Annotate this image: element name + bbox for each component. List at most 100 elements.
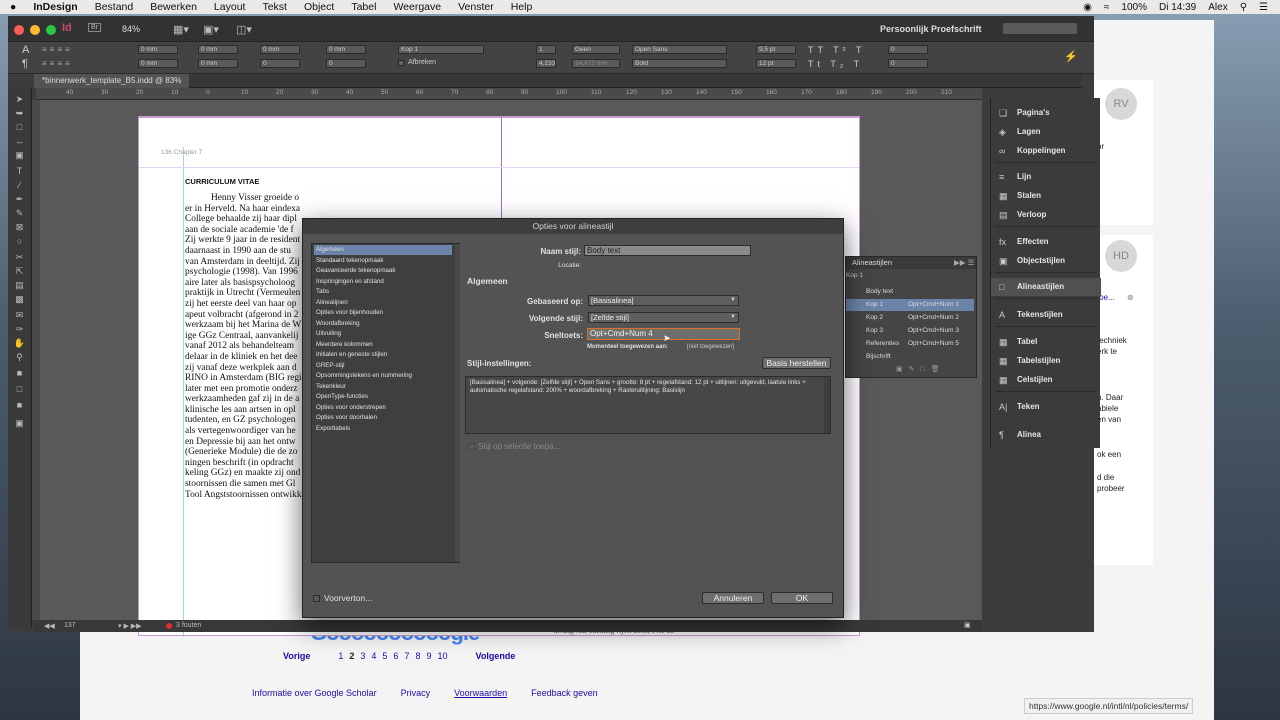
dock-item-links[interactable]: ∞ Koppelingen xyxy=(991,142,1101,160)
dock-item-pages[interactable]: ❏ Pagina's xyxy=(991,104,1101,122)
hand-tool-icon[interactable]: ✋ xyxy=(13,338,26,348)
dock-item-layers[interactable]: ◈ Lagen xyxy=(991,123,1101,141)
dock-item-stroke[interactable]: ≡ Lijn xyxy=(991,168,1101,186)
last-line-indent-field[interactable]: 0 mm xyxy=(198,59,238,68)
category-item[interactable]: Algemeen xyxy=(314,245,452,255)
category-item[interactable]: Opties voor bijenhouden xyxy=(314,308,452,318)
menu-tabel[interactable]: Tabel xyxy=(351,1,376,13)
category-item[interactable]: OpenType-functies xyxy=(314,392,452,402)
paragraph-style-dropdown[interactable]: Kop 1 xyxy=(398,45,484,54)
next-link[interactable]: Volgende xyxy=(476,651,516,661)
category-item[interactable]: Meerdere kolommen xyxy=(314,340,452,350)
scissors-tool-icon[interactable]: ✂ xyxy=(13,252,26,262)
menu-help[interactable]: Help xyxy=(511,1,533,13)
panel-title[interactable]: Alineastijlen xyxy=(852,258,892,267)
dock-item-paragraph[interactable]: ¶ Alinea xyxy=(991,426,1101,444)
page-link[interactable]: 8 xyxy=(415,651,420,661)
screen-mode-tool-icon[interactable]: ▣ xyxy=(13,418,26,428)
type-tool-icon[interactable]: T xyxy=(13,166,26,176)
document-tab[interactable]: *binnenwerk_template_B5.indd @ 83% xyxy=(34,74,190,88)
space-before-field[interactable]: 0 mm xyxy=(260,45,300,54)
search-field[interactable] xyxy=(1003,23,1077,34)
arrange-documents-icon[interactable]: ◫▾ xyxy=(236,23,252,36)
space-after-field[interactable]: 0 mm xyxy=(326,45,366,54)
gutter-field[interactable]: 4,233 xyxy=(536,59,556,68)
apply-style-checkbox[interactable] xyxy=(468,443,475,450)
ellipse-tool-icon[interactable]: ○ xyxy=(13,236,26,246)
gap-tool-icon[interactable]: ↔ xyxy=(13,136,26,146)
font-family-dropdown[interactable]: Open Sans xyxy=(632,45,727,54)
style-name-input[interactable]: Body text xyxy=(584,245,751,256)
alignment-buttons-2[interactable]: ≡≡≡≡ xyxy=(42,59,73,68)
apply-color-icon[interactable]: ■ xyxy=(13,400,26,410)
body-text-frame[interactable]: Henny Visser groeide o er in Herveld. Na… xyxy=(185,193,305,500)
content-collector-icon[interactable]: ▣ xyxy=(13,150,26,160)
hyphenate-checkbox[interactable] xyxy=(398,60,404,66)
dock-item-character[interactable]: A| Teken xyxy=(991,398,1101,416)
category-item[interactable]: Opties voor onderstrepen xyxy=(314,403,452,413)
footer-link-feedback[interactable]: Feedback geven xyxy=(531,688,598,698)
close-icon[interactable]: ⊗ xyxy=(1127,293,1134,302)
footer-link-about[interactable]: Informatie over Google Scholar xyxy=(252,688,377,698)
panel-toggle-icon[interactable]: ▣ xyxy=(964,621,971,629)
fill-stroke-icon[interactable]: ■ xyxy=(13,368,26,378)
menu-object[interactable]: Object xyxy=(304,1,334,13)
category-item[interactable]: Opsommingstekens en nummering xyxy=(314,371,452,381)
panel-header[interactable]: Alineastijlen ▶▶ ☰ xyxy=(846,257,976,269)
user-name[interactable]: Alex xyxy=(1208,2,1227,13)
dock-item-swatches[interactable]: ▦ Stalen xyxy=(991,187,1101,205)
footer-link-terms[interactable]: Voorwaarden xyxy=(454,688,507,698)
pen-tool-icon[interactable]: ✒ xyxy=(13,194,26,204)
description-scrollbar[interactable] xyxy=(824,377,830,433)
columns-field[interactable]: 1 xyxy=(536,45,556,54)
kerning-field[interactable]: 0 xyxy=(888,45,928,54)
page-link[interactable]: 9 xyxy=(426,651,431,661)
menu-venster[interactable]: Venster xyxy=(458,1,494,13)
style-row[interactable]: Referenties Opt+Cmd+Num 5 xyxy=(846,338,974,350)
app-menu[interactable]: InDesign xyxy=(33,1,77,13)
dock-item-effects[interactable]: fx Effecten xyxy=(991,233,1101,251)
zoom-window-icon[interactable] xyxy=(46,25,56,35)
dock-item-character-styles[interactable]: A Tekenstijlen xyxy=(991,306,1101,324)
screen-mode-icon[interactable]: ▣▾ xyxy=(203,23,219,36)
font-style-dropdown[interactable]: Bold xyxy=(632,59,727,68)
category-item[interactable]: Tabs xyxy=(314,287,452,297)
style-row-selected[interactable]: Kop 1 Opt+Cmd+Num 1 xyxy=(846,299,974,311)
footer-link-privacy[interactable]: Privacy xyxy=(401,688,431,698)
style-row[interactable]: Body text xyxy=(846,286,974,298)
page-link[interactable]: 1 xyxy=(338,651,343,661)
prev-link[interactable]: Vorige xyxy=(283,651,310,661)
span-width-field[interactable]: 14,872 mm xyxy=(572,59,620,68)
gradient-tool-icon[interactable]: ▤ xyxy=(13,280,26,290)
preflight-status[interactable]: 3 fouten xyxy=(176,622,201,629)
dock-item-cell-styles[interactable]: ▦ Celstijlen xyxy=(991,371,1101,389)
category-item[interactable]: Exportlabels xyxy=(314,424,452,434)
case-buttons[interactable]: Tt T₂ T xyxy=(808,59,863,69)
formatting-affects-icon[interactable]: □ xyxy=(13,384,26,394)
panel-menu-icon[interactable]: ▶▶ ☰ xyxy=(954,257,974,269)
page-link[interactable]: 3 xyxy=(360,651,365,661)
drop-cap-chars-field[interactable]: 0 xyxy=(326,59,366,68)
zoom-tool-icon[interactable]: ⚲ xyxy=(13,352,26,362)
cancel-button[interactable]: Annuleren xyxy=(702,592,764,604)
category-scrollbar[interactable] xyxy=(455,244,460,562)
left-indent-field[interactable]: 0 mm xyxy=(138,45,178,54)
line-tool-icon[interactable]: ∕ xyxy=(13,180,26,190)
page-link[interactable]: 5 xyxy=(382,651,387,661)
preview-checkbox[interactable] xyxy=(313,595,320,602)
record-icon[interactable]: ◉ xyxy=(1083,2,1092,13)
category-item[interactable]: Inspringingen en afstand xyxy=(314,277,452,287)
search-icon[interactable]: ⚲ xyxy=(1240,2,1247,13)
panel-footer-icons[interactable]: ▣✎□🗑 xyxy=(896,365,946,373)
page-link[interactable]: 4 xyxy=(371,651,376,661)
free-transform-tool-icon[interactable]: ⇱ xyxy=(13,266,26,276)
font-size-field[interactable]: 9,5 pt xyxy=(756,45,796,54)
dock-item-paragraph-styles[interactable]: □ Alineastijlen xyxy=(991,278,1101,296)
eyedropper-tool-icon[interactable]: ✑ xyxy=(13,324,26,334)
view-options-icon[interactable]: ▦▾ xyxy=(173,23,189,36)
dock-item-gradient[interactable]: ▤ Verloop xyxy=(991,206,1101,224)
right-indent-field[interactable]: 0 mm xyxy=(198,45,238,54)
next-style-dropdown[interactable]: [Zelfde stijl] ▼ xyxy=(588,312,739,323)
page-link[interactable]: 7 xyxy=(404,651,409,661)
page-tool-icon[interactable]: □ xyxy=(13,122,26,132)
